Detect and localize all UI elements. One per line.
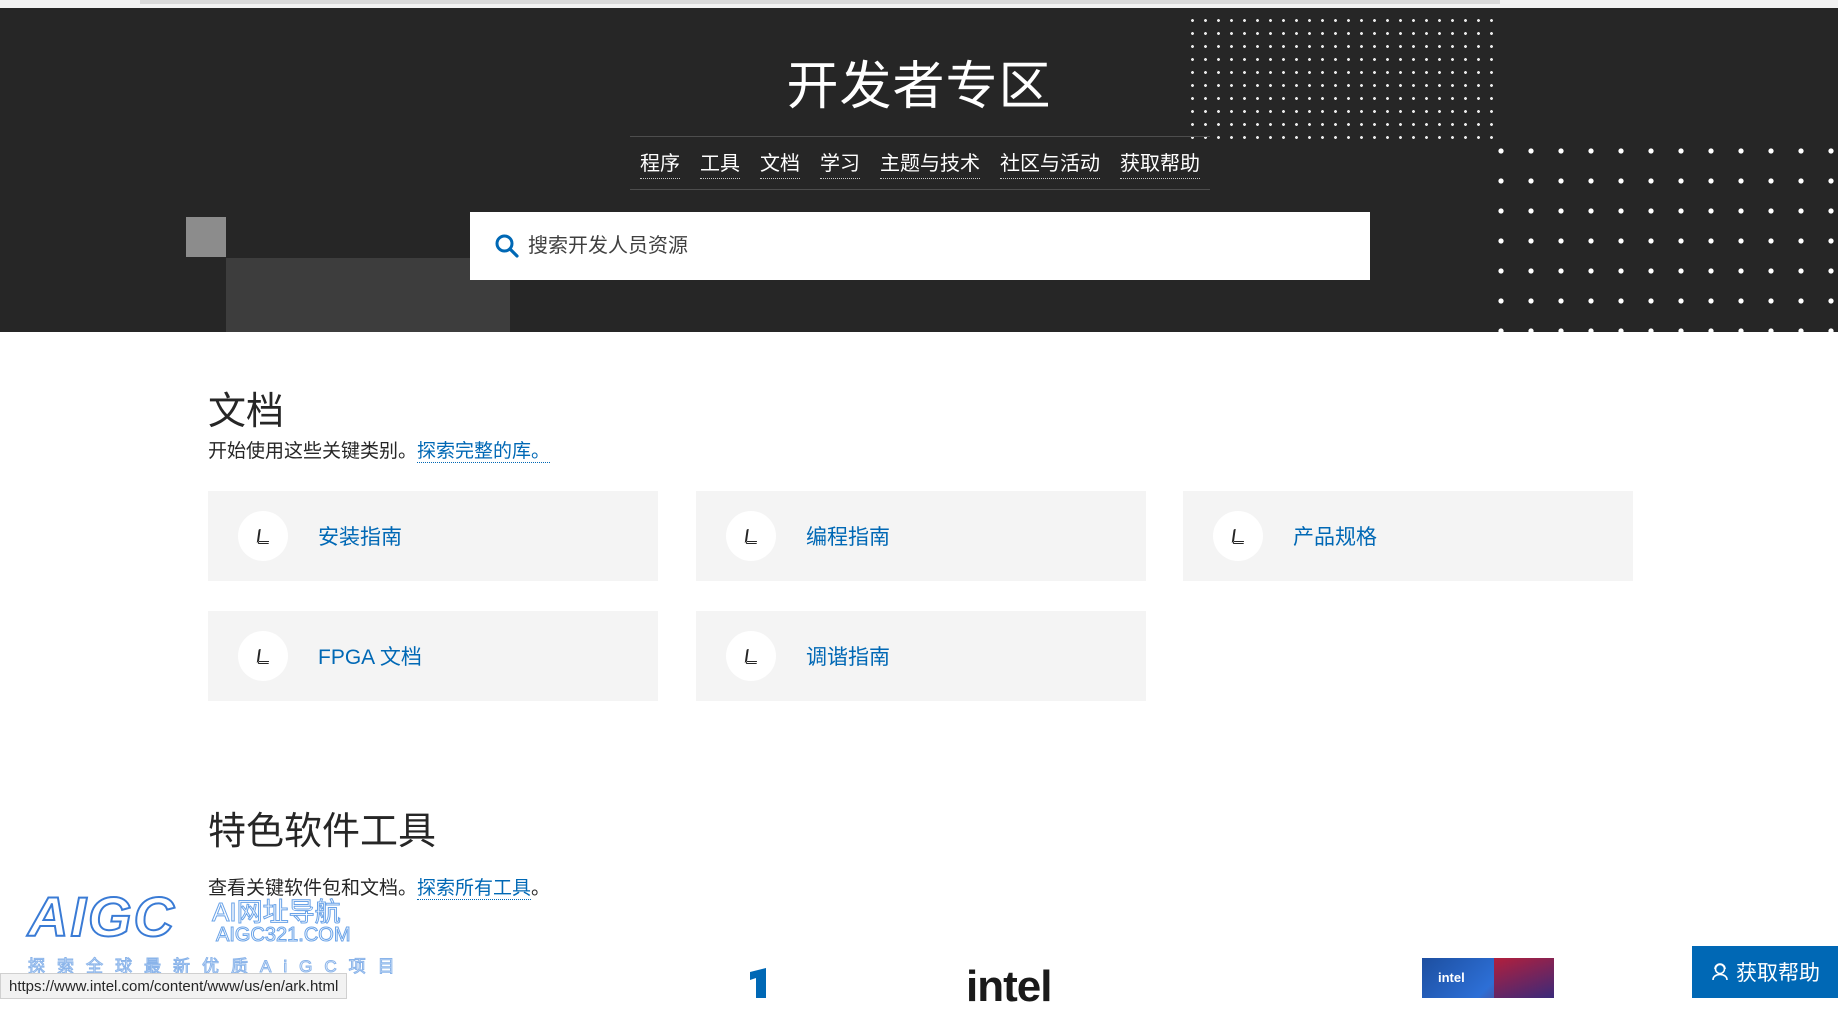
hero-square-large xyxy=(226,258,510,332)
browser-top-strip xyxy=(0,0,1838,8)
hero-square-small xyxy=(186,217,226,257)
card-icon-circle xyxy=(238,511,288,561)
search-input[interactable] xyxy=(526,233,1330,259)
nav-tools[interactable]: 工具 xyxy=(700,147,740,179)
nav-docs[interactable]: 文档 xyxy=(760,147,800,179)
book-icon xyxy=(744,649,759,664)
oneapi-logo-icon[interactable] xyxy=(736,968,776,998)
nav-programs[interactable]: 程序 xyxy=(640,147,680,179)
get-help-button[interactable]: 获取帮助 xyxy=(1692,946,1838,998)
card-icon-circle xyxy=(1213,511,1263,561)
nav-get-help[interactable]: 获取帮助 xyxy=(1120,147,1200,179)
hero-banner: 开发者专区 程序 工具 文档 学习 主题与技术 社区与活动 获取帮助 xyxy=(0,8,1838,332)
card-label: FPGA 文档 xyxy=(318,646,422,669)
book-icon xyxy=(744,529,759,544)
watermark-logo: AIGC xyxy=(27,884,176,949)
search-box[interactable] xyxy=(470,212,1370,280)
docs-library-link[interactable]: 探索完整的库。 xyxy=(417,441,551,463)
nav-community[interactable]: 社区与活动 xyxy=(1000,147,1100,179)
top-strip-bar xyxy=(140,0,1500,4)
hero-nav: 程序 工具 文档 学习 主题与技术 社区与活动 获取帮助 xyxy=(630,136,1210,190)
docs-section-title: 文档 xyxy=(208,391,285,433)
card-icon-circle xyxy=(238,631,288,681)
watermark: AIGC AI网址导航 AIGC321.COM 探索全球最新优质AiGC项目 xyxy=(20,884,395,977)
tools-section-title: 特色软件工具 xyxy=(208,811,437,853)
card-product-specs[interactable]: 产品规格 xyxy=(1183,491,1633,581)
card-fpga-docs[interactable]: FPGA 文档 xyxy=(208,611,658,701)
card-label: 调谐指南 xyxy=(806,646,890,669)
get-help-label: 获取帮助 xyxy=(1736,962,1820,985)
card-label: 产品规格 xyxy=(1293,526,1377,549)
chip-logo-text: intel xyxy=(1438,970,1465,985)
search-icon xyxy=(495,234,519,258)
nav-topics[interactable]: 主题与技术 xyxy=(880,147,980,179)
intel-chip-image[interactable]: intel xyxy=(1422,958,1554,998)
watermark-line2: AIGC321.COM xyxy=(215,924,351,947)
docs-section-desc: 开始使用这些关键类别。探索完整的库。 xyxy=(208,436,551,463)
headset-icon xyxy=(1712,963,1728,981)
card-label: 安装指南 xyxy=(318,526,402,549)
tools-all-link[interactable]: 探索所有工具 xyxy=(417,878,532,900)
status-bar-url: https://www.intel.com/content/www/us/en/… xyxy=(0,973,348,999)
card-icon-circle xyxy=(726,511,776,561)
book-icon xyxy=(256,529,271,544)
chip-graphic xyxy=(1494,958,1554,998)
card-install-guide[interactable]: 安装指南 xyxy=(208,491,658,581)
card-label: 编程指南 xyxy=(806,526,890,549)
card-programming-guide[interactable]: 编程指南 xyxy=(696,491,1146,581)
book-icon xyxy=(256,649,271,664)
book-icon xyxy=(1231,529,1246,544)
docs-desc-text: 开始使用这些关键类别。 xyxy=(208,441,418,462)
hero-dot-pattern-large xyxy=(1486,136,1838,332)
tools-desc-period: 。 xyxy=(531,878,551,899)
page-title: 开发者专区 xyxy=(786,58,1052,116)
nav-learn[interactable]: 学习 xyxy=(820,147,860,179)
intel-logo[interactable]: intel xyxy=(966,962,1052,1012)
card-tuning-guide[interactable]: 调谐指南 xyxy=(696,611,1146,701)
card-icon-circle xyxy=(726,631,776,681)
